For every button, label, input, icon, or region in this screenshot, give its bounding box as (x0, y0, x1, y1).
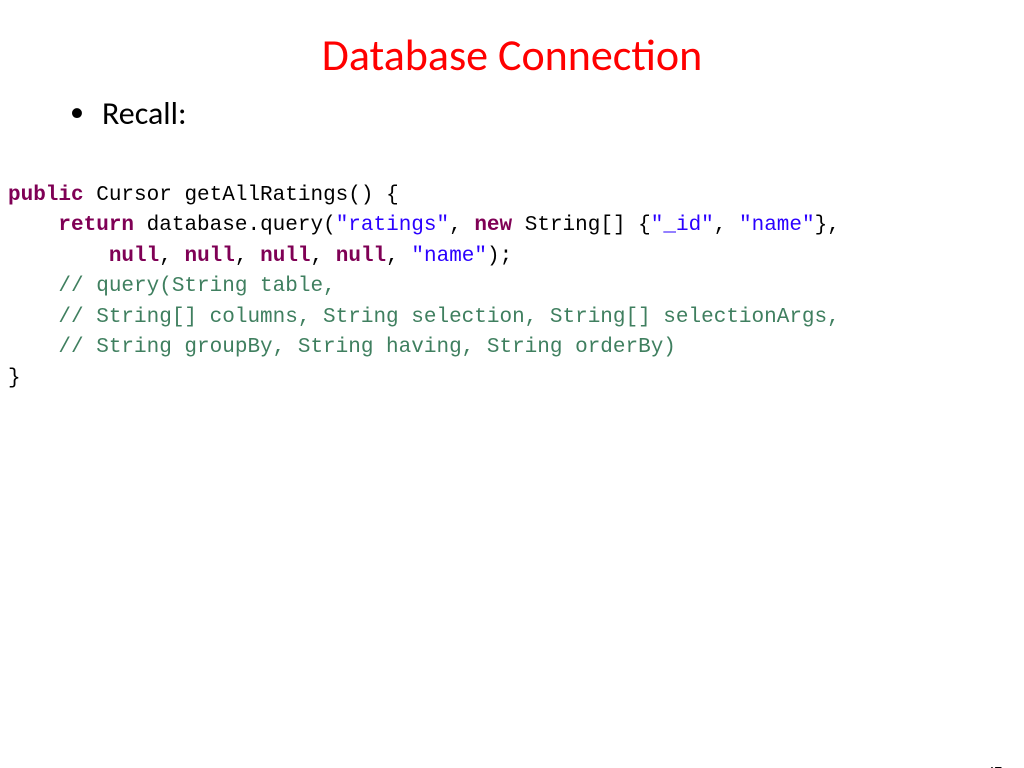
bullet-dot-icon: • (70, 94, 84, 130)
code-text: Cursor getAllRatings() { (84, 184, 399, 207)
page-number: 47 (987, 764, 1002, 768)
code-comment: // String groupBy, String having, String… (8, 336, 676, 359)
code-text: , (386, 245, 411, 268)
code-indent (8, 214, 58, 237)
code-text: , (235, 245, 260, 268)
slide: Database Connection • Recall: public Cur… (0, 28, 1024, 768)
code-text: , (159, 245, 184, 268)
code-text: String[] { (512, 214, 651, 237)
code-string: "_id" (651, 214, 714, 237)
code-indent (8, 245, 109, 268)
code-text: , (449, 214, 474, 237)
code-keyword: return (58, 214, 134, 237)
code-comment: // query(String table, (8, 275, 336, 298)
code-string: "name" (739, 214, 815, 237)
bullet-text: Recall: (102, 94, 187, 133)
code-keyword: null (109, 245, 159, 268)
code-comment: // String[] columns, String selection, S… (8, 306, 840, 329)
code-text: , (714, 214, 739, 237)
code-keyword: null (260, 245, 310, 268)
code-snippet: public Cursor getAllRatings() { return d… (8, 181, 1024, 394)
code-text: } (8, 367, 21, 390)
code-keyword: null (184, 245, 234, 268)
code-keyword: public (8, 184, 84, 207)
code-text: ); (487, 245, 512, 268)
code-keyword: new (474, 214, 512, 237)
slide-title: Database Connection (0, 28, 1024, 82)
bullet-item: • Recall: (70, 94, 1024, 133)
code-text: , (311, 245, 336, 268)
code-keyword: null (336, 245, 386, 268)
code-text: database.query( (134, 214, 336, 237)
code-string: "name" (411, 245, 487, 268)
code-string: "ratings" (336, 214, 449, 237)
code-text: }, (815, 214, 840, 237)
